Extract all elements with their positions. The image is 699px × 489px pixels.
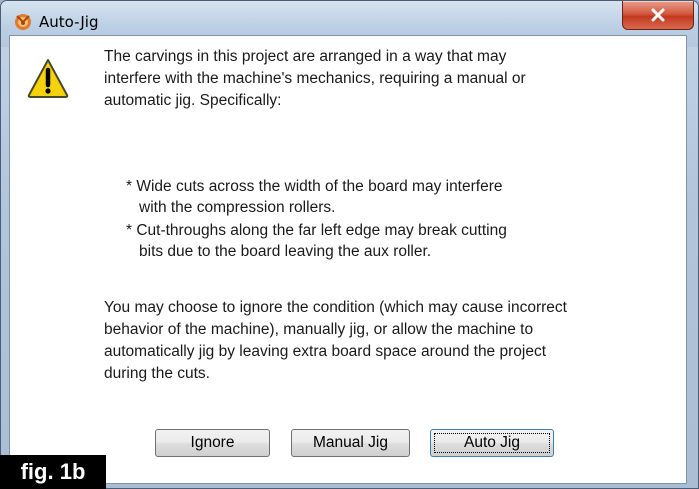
manual-jig-button[interactable]: Manual Jig — [291, 429, 410, 457]
choice-line: You may choose to ignore the condition (… — [104, 299, 567, 316]
focus-ring — [434, 433, 550, 453]
bullet-line: * Wide cuts across the width of the boar… — [126, 178, 503, 195]
auto-jig-button[interactable]: Auto Jig — [430, 429, 554, 457]
intro-text: The carvings in this project are arrange… — [104, 46, 526, 112]
dialog-window: Auto-Jig The carvings in this project ar… — [0, 0, 699, 489]
close-button[interactable] — [622, 1, 694, 30]
dialog-content: The carvings in this project are arrange… — [9, 35, 687, 484]
choice-line: behavior of the machine), manually jig, … — [104, 321, 534, 338]
warning-icon — [27, 59, 69, 98]
intro-line: automatic jig. Specifically: — [104, 92, 282, 109]
intro-line: The carvings in this project are arrange… — [104, 48, 507, 65]
bullet-item: * Wide cuts across the width of the boar… — [126, 176, 502, 218]
figure-label: fig. 1b — [0, 455, 106, 489]
window-title: Auto-Jig — [39, 13, 99, 31]
button-row: Ignore Manual Jig Auto Jig — [10, 429, 686, 459]
choice-text: You may choose to ignore the condition (… — [104, 297, 567, 385]
close-icon — [651, 8, 665, 22]
ignore-button[interactable]: Ignore — [155, 429, 270, 457]
choice-line: during the cuts. — [104, 365, 210, 382]
bullet-item: * Cut-throughs along the far left edge m… — [126, 220, 507, 262]
bullet-line: * Cut-throughs along the far left edge m… — [126, 222, 507, 239]
choice-line: automatically jig by leaving extra board… — [104, 343, 547, 360]
bullet-line: with the compression rollers. — [139, 199, 336, 216]
bullet-line: bits due to the board leaving the aux ro… — [139, 243, 432, 260]
intro-line: interfere with the machine's mechanics, … — [104, 70, 526, 87]
app-logo-icon — [15, 14, 31, 30]
